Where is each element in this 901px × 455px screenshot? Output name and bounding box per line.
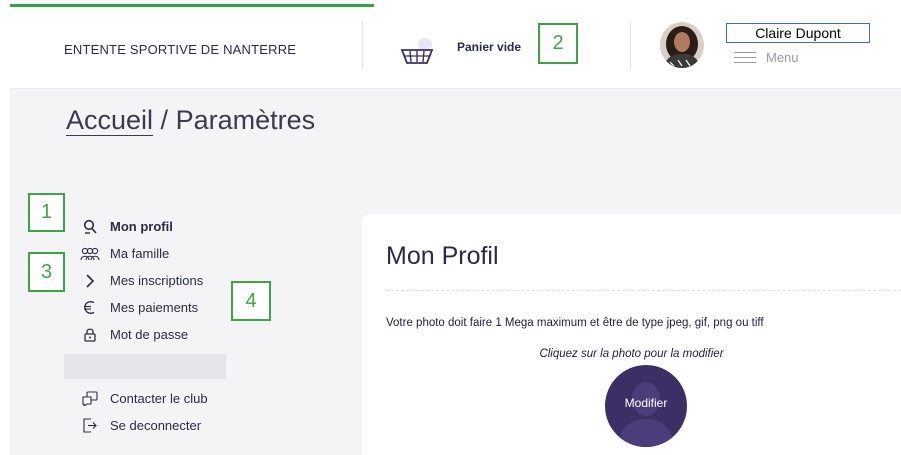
hamburger-icon xyxy=(734,51,756,65)
user-name-field[interactable]: Claire Dupont xyxy=(726,23,870,43)
sidebar-item-contacter-le-club[interactable]: Contacter le club xyxy=(80,385,226,412)
breadcrumb-separator: / xyxy=(153,105,176,135)
sidebar-item-label: Ma famille xyxy=(110,246,170,261)
profile-title: Mon Profil xyxy=(386,242,499,270)
annotation-4: 4 xyxy=(231,281,271,321)
profile-photo-button[interactable]: Modifier xyxy=(605,365,687,447)
settings-sidebar: Mon profil Ma famille Mes inscriptions M… xyxy=(64,213,226,439)
org-name[interactable]: ENTENTE SPORTIVE DE NANTERRE xyxy=(64,42,296,57)
search-icon xyxy=(80,219,100,235)
sidebar-item-mes-paiements[interactable]: Mes paiements xyxy=(80,294,226,321)
modify-photo-label: Modifier xyxy=(624,396,668,410)
sidebar-spacer xyxy=(64,354,226,379)
menu-button[interactable]: Menu xyxy=(734,50,799,65)
header-divider xyxy=(630,22,631,70)
annotation-3: 3 xyxy=(28,252,65,292)
sidebar-item-label: Mes inscriptions xyxy=(110,273,204,288)
chevron-right-icon xyxy=(80,273,100,289)
sidebar-item-se-deconnecter[interactable]: Se deconnecter xyxy=(80,412,226,439)
sidebar-item-mot-de-passe[interactable]: Mot de passe xyxy=(80,321,226,348)
annotation-1: 1 xyxy=(28,193,65,232)
cart-status[interactable]: Panier vide xyxy=(457,40,521,54)
top-accent-line xyxy=(10,4,374,7)
family-icon xyxy=(80,246,100,262)
top-header: ENTENTE SPORTIVE DE NANTERRE Panier vide… xyxy=(10,8,901,89)
avatar[interactable] xyxy=(660,22,704,68)
breadcrumb-current: Paramètres xyxy=(175,105,316,135)
euro-icon xyxy=(80,300,100,316)
photo-hint: Cliquez sur la photo pour la modifier xyxy=(539,348,724,360)
sidebar-item-label: Mes paiements xyxy=(110,300,199,315)
breadcrumb: Accueil / Paramètres xyxy=(66,105,315,136)
sidebar-item-label: Mon profil xyxy=(110,219,173,234)
main-content: Accueil / Paramètres Mon profil Ma famil… xyxy=(10,89,901,455)
divider xyxy=(386,290,901,291)
lock-icon xyxy=(80,327,100,343)
sidebar-item-ma-famille[interactable]: Ma famille xyxy=(80,240,226,267)
sidebar-item-label: Contacter le club xyxy=(110,391,208,406)
menu-label: Menu xyxy=(766,50,799,65)
sidebar-item-label: Se deconnecter xyxy=(110,418,202,433)
sidebar-item-label: Mot de passe xyxy=(110,327,189,342)
annotation-2: 2 xyxy=(538,23,578,64)
breadcrumb-home-link[interactable]: Accueil xyxy=(66,105,154,136)
contact-icon xyxy=(80,391,100,407)
header-divider xyxy=(362,22,363,70)
sidebar-item-mon-profil[interactable]: Mon profil xyxy=(80,213,226,240)
profile-card: Mon Profil Votre photo doit faire 1 Mega… xyxy=(362,214,901,455)
logout-icon xyxy=(80,418,100,434)
sidebar-item-mes-inscriptions[interactable]: Mes inscriptions xyxy=(80,267,226,294)
photo-requirements: Votre photo doit faire 1 Mega maximum et… xyxy=(386,317,764,329)
basket-icon[interactable] xyxy=(398,36,436,70)
